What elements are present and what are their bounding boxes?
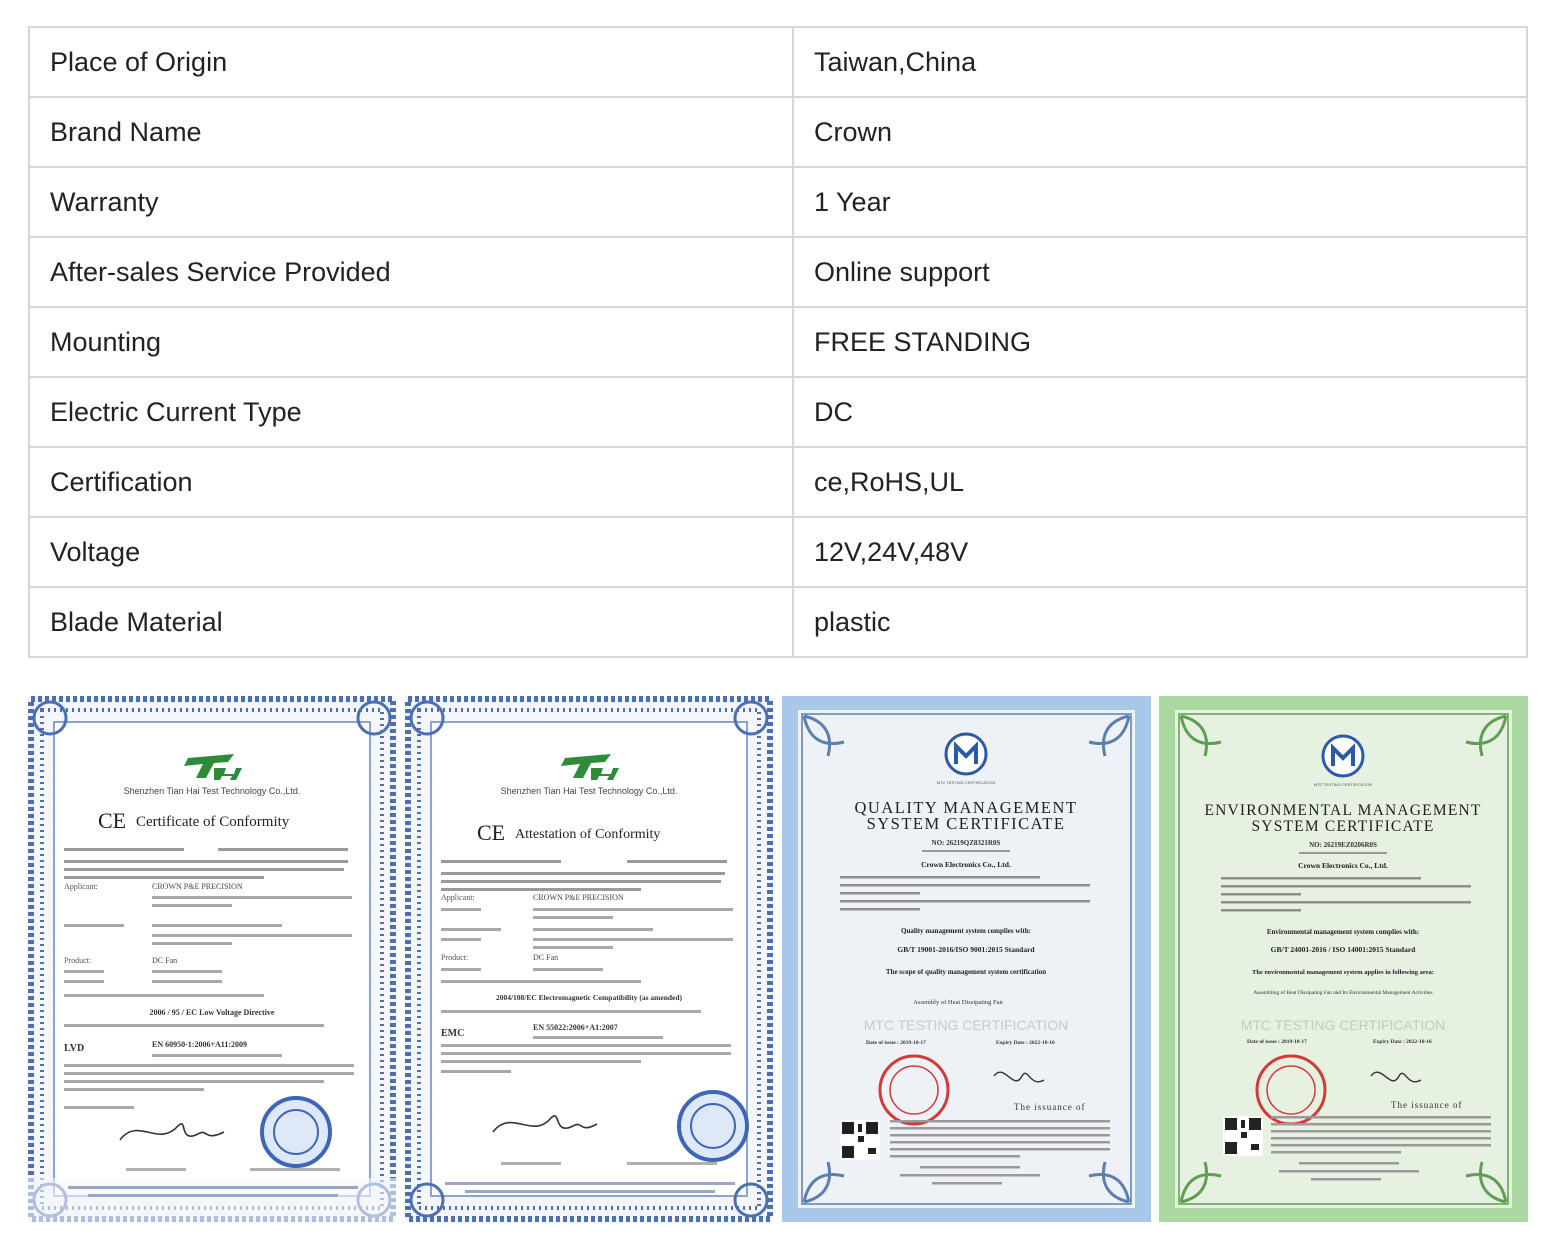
cert-logo-caption: MTC TESTING CERTIFICATION — [1314, 782, 1373, 787]
cert-logo-caption: MTC TESTING CERTIFICATION — [937, 780, 996, 785]
spec-value: plastic — [792, 586, 1528, 658]
qr-code-icon — [1223, 1116, 1263, 1156]
svg-text:Product:: Product: — [441, 953, 468, 962]
spec-label: Certification — [28, 446, 794, 518]
cert-heading: Environmental management system complies… — [1267, 928, 1419, 936]
ce-mark-icon: CE — [477, 820, 505, 845]
cert-title: Attestation of Conformity — [515, 827, 660, 842]
cert-company: Shenzhen Tian Hai Test Technology Co.,Lt… — [501, 786, 678, 796]
certificate-gallery: Shenzhen Tian Hai Test Technology Co.,Lt… — [28, 696, 1528, 1222]
cert-issuance: The issuance of — [1014, 1102, 1085, 1112]
table-row: Warranty 1 Year — [28, 166, 1528, 238]
table-row: Certification ce,RoHS,UL — [28, 446, 1528, 518]
cert-company: Crown Electronics Co., Ltd. — [1298, 861, 1388, 870]
cert-expiry-date: Expiry Date : 2022-10-16 — [1373, 1039, 1432, 1045]
cert-standard: GB/T 24001-2016 / ISO 14001:2015 Standar… — [1271, 945, 1417, 954]
cert-directive: 2004/108/EC Electromagnetic Compatibilit… — [496, 993, 683, 1002]
cert-company: Crown Electronics Co., Ltd. — [921, 860, 1011, 869]
spec-value: FREE STANDING — [792, 306, 1528, 378]
spec-label: Blade Material — [28, 586, 794, 658]
cert-number: NO: 26219EZ0206R0S — [1309, 841, 1377, 849]
cert-standard: EN 55022:2006+A1:2007 — [533, 1023, 618, 1032]
cert-standard: GB/T 19001-2016/ISO 9001:2015 Standard — [897, 945, 1035, 954]
spec-value: DC — [792, 376, 1528, 448]
svg-text:Applicant:: Applicant: — [441, 893, 475, 902]
certification-seal-icon — [677, 1090, 749, 1162]
cert-scope: The environmental management system appl… — [1252, 969, 1434, 976]
cert-activity: Assembly of Heat Dissipating Fan — [913, 999, 1003, 1006]
cert-applicant: CROWN P&E PRECISION — [152, 882, 243, 891]
table-row: After-sales Service Provided Online suppo… — [28, 236, 1528, 308]
cert-issue-date: Date of issue : 2019-10-17 — [866, 1040, 926, 1046]
cert-heading: Quality management system complies with: — [901, 927, 1031, 935]
cert-activity: Assembling of Heat Dissipating Fan and I… — [1253, 989, 1432, 996]
spec-value: 12V,24V,48V — [792, 516, 1528, 588]
table-row: Brand Name Crown — [28, 96, 1528, 168]
cert-standard-label: EMC — [441, 1028, 464, 1039]
cert-title-line2: SYSTEM CERTIFICATE — [1251, 818, 1434, 835]
qr-code-icon — [840, 1120, 880, 1160]
cert-company: Shenzhen Tian Hai Test Technology Co.,Lt… — [124, 786, 301, 796]
spec-label: Mounting — [28, 306, 794, 378]
table-row: Mounting FREE STANDING — [28, 306, 1528, 378]
spec-label: Brand Name — [28, 96, 794, 168]
svg-text:Applicant:: Applicant: — [64, 882, 98, 891]
certification-seal-icon — [260, 1096, 332, 1168]
ce-certificate-image[interactable]: Shenzhen Tian Hai Test Technology Co.,Lt… — [28, 696, 396, 1222]
quality-management-certificate-image[interactable]: MTC TESTING CERTIFICATION QUALITY MANAGE… — [782, 696, 1151, 1222]
ce-attestation-image[interactable]: Shenzhen Tian Hai Test Technology Co.,Lt… — [405, 696, 773, 1222]
cert-title-line2: SYSTEM CERTIFICATE — [867, 814, 1066, 833]
cert-directive: 2006 / 95 / EC Low Voltage Directive — [150, 1008, 275, 1017]
ce-mark-icon: CE — [98, 808, 126, 833]
cert-standard-label: LVD — [64, 1043, 84, 1054]
spec-label: Warranty — [28, 166, 794, 238]
cert-expiry-date: Expiry Date : 2022-10-16 — [996, 1040, 1055, 1046]
cert-title-line1: ENVIRONMENTAL MANAGEMENT — [1204, 802, 1481, 819]
cert-title: Certificate of Conformity — [136, 814, 290, 830]
cert-scope: The scope of quality management system c… — [886, 968, 1046, 976]
spec-label: Place of Origin — [28, 26, 794, 98]
cert-watermark: MTC TESTING CERTIFICATION — [864, 1017, 1069, 1033]
table-row: Voltage 12V,24V,48V — [28, 516, 1528, 588]
table-row: Blade Material plastic — [28, 586, 1528, 658]
cert-standard: EN 60950-1:2006+A11:2009 — [152, 1040, 247, 1049]
mtc-logo-icon — [944, 732, 988, 776]
spec-value: Taiwan,China — [792, 26, 1528, 98]
spec-label: Voltage — [28, 516, 794, 588]
cert-product: DC Fan — [533, 953, 558, 962]
product-spec-table: Place of Origin Taiwan,China Brand Name Cr… — [28, 26, 1528, 658]
cert-issuance: The issuance of — [1391, 1100, 1462, 1110]
spec-value: 1 Year — [792, 166, 1528, 238]
spec-value: Online support — [792, 236, 1528, 308]
spec-value: ce,RoHS,UL — [792, 446, 1528, 518]
cert-number: NO: 26219QZ8321R0S — [932, 839, 1001, 847]
table-row: Electric Current Type DC — [28, 376, 1528, 448]
mtc-logo-icon — [1321, 734, 1365, 778]
cert-watermark: MTC TESTING CERTIFICATION — [1241, 1017, 1446, 1033]
spec-value: Crown — [792, 96, 1528, 168]
cert-product: DC Fan — [152, 956, 177, 965]
svg-text:Product:: Product: — [64, 956, 91, 965]
cert-issue-date: Date of issue : 2019-10-17 — [1247, 1039, 1307, 1045]
spec-label: After-sales Service Provided — [28, 236, 794, 308]
spec-label: Electric Current Type — [28, 376, 794, 448]
cert-applicant: CROWN P&E PRECISION — [533, 893, 624, 902]
table-row: Place of Origin Taiwan,China — [28, 26, 1528, 98]
environmental-management-certificate-image[interactable]: MTC TESTING CERTIFICATION ENVIRONMENTAL … — [1159, 696, 1528, 1222]
